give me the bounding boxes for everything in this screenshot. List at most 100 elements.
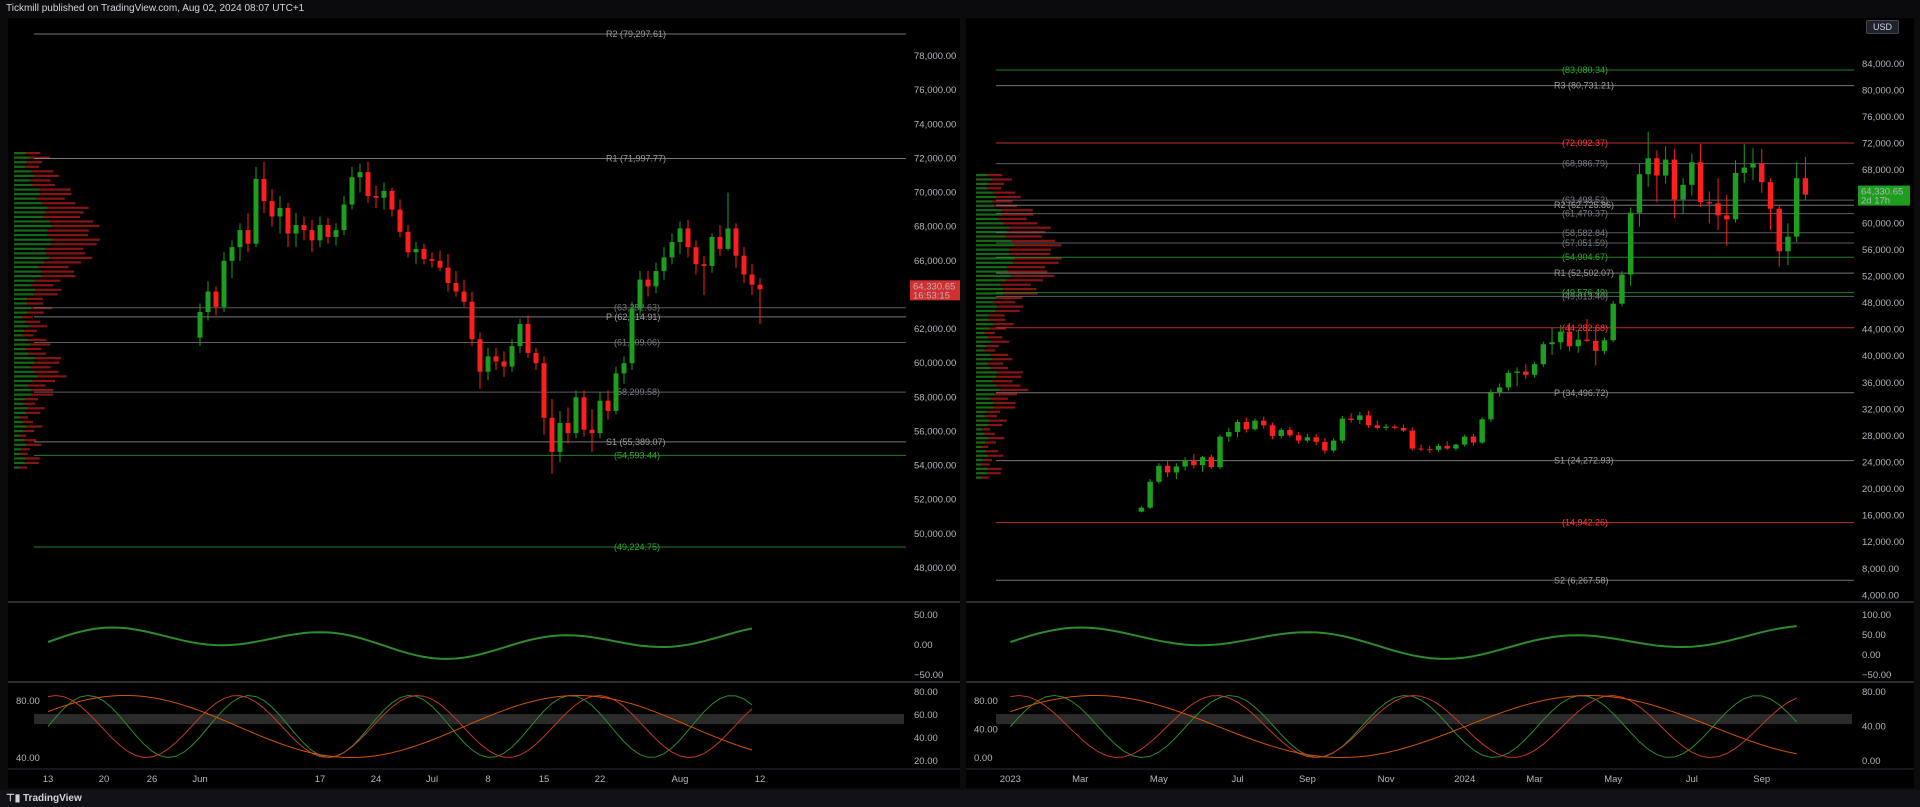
volume-profile-bar <box>976 454 989 457</box>
candle-body <box>1444 445 1450 449</box>
price-level-label: S2 (6,267.58) <box>1554 575 1609 585</box>
volume-profile-bar <box>976 393 995 396</box>
volume-profile-bar <box>14 170 32 173</box>
oscillator-tick-label: 40.00 <box>1862 722 1886 733</box>
volume-profile-bar <box>983 458 992 462</box>
price-tick-label: 84,000.00 <box>1862 59 1904 70</box>
time-tick-label: Jun <box>192 774 207 785</box>
price-tick-label: 44,000.00 <box>1862 325 1904 336</box>
candle-body <box>733 228 739 256</box>
volume-profile-bar <box>24 439 37 442</box>
right-chart-canvas[interactable]: (83,080.34) R3 (80,731.21) (72,092.37) (68,… <box>966 18 1914 788</box>
volume-profile-bar <box>996 195 1021 199</box>
volume-profile-bar <box>976 248 1010 251</box>
candle-body <box>1724 215 1730 220</box>
candle-body <box>1750 163 1756 168</box>
candle-body <box>333 230 339 237</box>
volume-profile-bar <box>36 197 65 200</box>
price-tick-label: 36,000.00 <box>1862 378 1904 389</box>
price-level-label: (57,051.59) <box>1562 238 1608 248</box>
time-tick-label: Jul <box>1231 774 1243 785</box>
volume-profile-bar <box>14 343 31 346</box>
time-tick-label: 20 <box>99 774 110 785</box>
volume-profile-bar <box>22 316 33 319</box>
volume-profile-bar <box>14 448 22 451</box>
volume-profile-bar <box>989 318 1006 321</box>
volume-profile-bar <box>987 336 1003 339</box>
volume-profile-bar <box>14 165 26 168</box>
candle-body <box>1610 303 1616 341</box>
oscillator-tick-label: 0.00 <box>914 640 933 651</box>
volume-profile-bar <box>26 297 43 301</box>
volume-profile-bar <box>41 270 75 273</box>
volume-profile-bar <box>14 275 42 278</box>
volume-profile-bar <box>976 178 993 181</box>
volume-profile-bar <box>997 371 1023 374</box>
left-chart-panel[interactable]: R2 (79,297.61) R1 (71,997.77) (63,252.63) P… <box>8 18 960 788</box>
volume-profile-bar <box>14 188 40 191</box>
price-level-label: (58,299.58) <box>614 387 660 397</box>
volume-profile-bar <box>990 366 1009 370</box>
candle-body <box>1776 208 1782 252</box>
price-level-label: (49,013.40) <box>1562 291 1608 301</box>
price-level-label: S1 (24,272.93) <box>1554 456 1614 466</box>
candle-body <box>1217 436 1223 468</box>
price-tick-label: 54,000.00 <box>914 461 956 472</box>
candle-body <box>365 172 371 196</box>
volume-profile-bar <box>14 211 46 214</box>
volume-profile-bar <box>1005 235 1042 238</box>
volume-profile-bar <box>976 222 1004 225</box>
volume-profile-bar <box>14 329 25 332</box>
volume-profile-bar <box>976 296 997 299</box>
volume-profile-bar <box>976 450 987 453</box>
right-chart-panel[interactable]: (83,080.34) R3 (80,731.21) (72,092.37) (68,… <box>966 18 1914 788</box>
volume-profile-bar <box>26 443 42 446</box>
volume-profile-bar <box>25 152 41 155</box>
volume-profile-bar <box>30 366 51 369</box>
volume-profile-bar <box>976 252 1010 256</box>
volume-profile-bar <box>14 302 28 305</box>
time-tick-label: 15 <box>539 774 550 785</box>
candle-body <box>1374 425 1381 428</box>
candle-body <box>1392 426 1398 428</box>
volume-profile-bar <box>20 416 29 419</box>
candle-body <box>253 178 259 244</box>
candle-body <box>293 225 299 234</box>
volume-profile-bar <box>976 441 986 444</box>
last-price-countdown: 2d 17h <box>1861 196 1890 207</box>
candle-body <box>1383 426 1389 428</box>
last-price-countdown: 16:53:15 <box>913 290 950 301</box>
left-chart-canvas[interactable]: R2 (79,297.61)R1 (71,997.77)(63,252.63)P… <box>8 18 960 788</box>
volume-profile-bar <box>976 380 993 383</box>
oscillator-band <box>34 714 904 725</box>
price-tick-label: 58,000.00 <box>914 392 956 403</box>
volume-profile-bar <box>976 384 997 387</box>
time-tick-label: 26 <box>147 774 158 785</box>
volume-profile-bar <box>990 353 1009 356</box>
volume-profile-bar <box>14 398 25 401</box>
candle-body <box>1191 460 1197 466</box>
price-tick-label: 72,000.00 <box>1862 139 1904 150</box>
candle-body <box>309 230 315 241</box>
candle-body <box>1793 178 1800 237</box>
volume-profile-bar <box>30 179 51 182</box>
volume-profile-bar <box>35 357 61 360</box>
time-tick-label: Jul <box>1686 774 1698 785</box>
volume-profile-bar <box>14 420 23 424</box>
candle-body <box>1164 465 1171 473</box>
volume-profile-bar <box>14 256 50 260</box>
currency-button[interactable]: USD <box>1866 20 1900 34</box>
volume-profile-bar <box>1013 261 1059 264</box>
volume-profile-bar <box>988 437 1005 440</box>
volume-profile-bar <box>14 434 20 437</box>
candle-body <box>1365 415 1372 426</box>
volume-profile-bar <box>47 229 89 232</box>
volume-profile-bar <box>14 279 35 282</box>
tradingview-logo[interactable]: ⊤▮ TradingView <box>6 790 82 807</box>
volume-profile-bar <box>14 375 38 378</box>
volume-profile-bar <box>990 340 1010 343</box>
volume-profile-bar <box>976 327 990 330</box>
volume-profile-bar <box>34 174 59 177</box>
volume-profile-bar <box>45 247 84 250</box>
volume-profile-bar <box>14 439 25 442</box>
